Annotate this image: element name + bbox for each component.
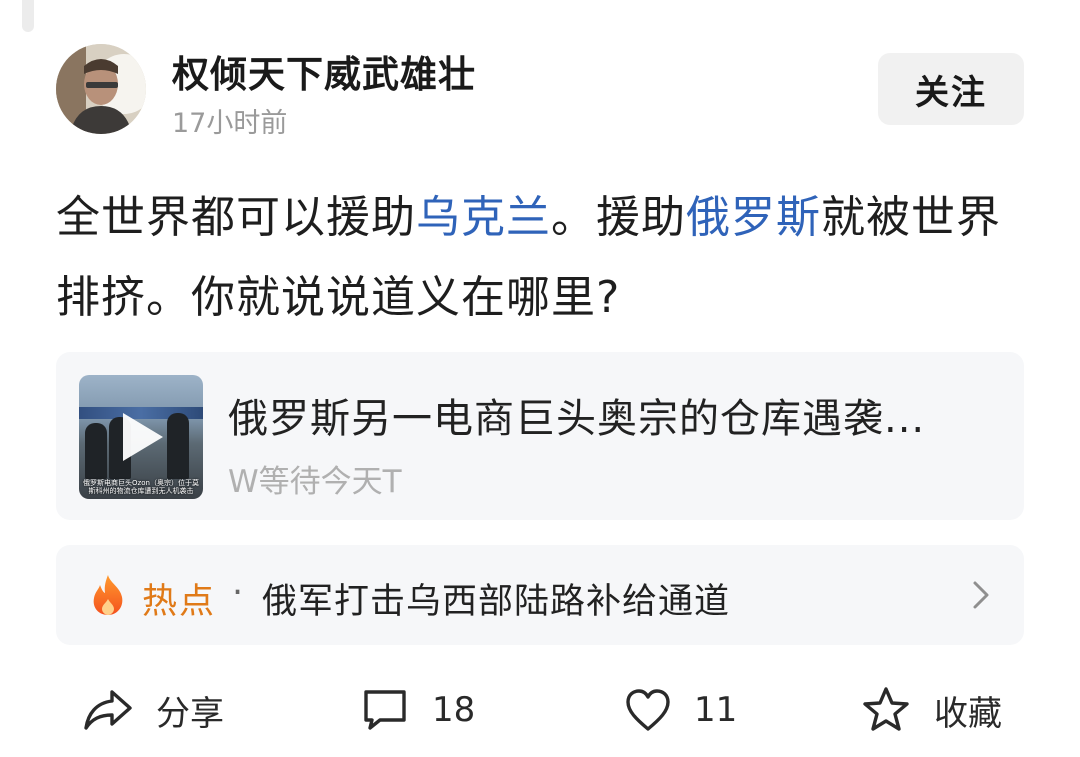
video-author: W等待今天T xyxy=(228,464,402,500)
star-icon xyxy=(863,687,909,731)
chevron-right-icon[interactable] xyxy=(970,579,992,611)
video-title[interactable]: 俄罗斯另一电商巨头奥宗的仓库遇袭... xyxy=(228,386,988,444)
comment-button[interactable]: 18 xyxy=(360,680,475,740)
scroll-indicator xyxy=(22,0,34,32)
flame-icon xyxy=(93,575,123,615)
post-time: 17小时前 xyxy=(172,108,288,139)
hot-topic-title[interactable]: 俄军打击乌西部陆路补给通道 xyxy=(262,573,730,624)
thumbnail-person xyxy=(85,423,107,479)
like-button[interactable]: 11 xyxy=(624,680,737,740)
share-icon xyxy=(84,690,132,730)
collect-label: 收藏 xyxy=(934,693,1002,734)
author-name[interactable]: 权倾天下威武雄壮 xyxy=(172,44,476,98)
post-text-segment: 。援助 xyxy=(551,192,686,243)
avatar[interactable] xyxy=(56,44,146,134)
hot-topic-bar[interactable]: 热点 · 俄军打击乌西部陆路补给通道 xyxy=(56,545,1024,645)
post-detail-page: 权倾天下威武雄壮 17小时前 关注 全世界都可以援助乌克兰。援助俄罗斯就被世界排… xyxy=(0,0,1080,757)
thumbnail-caption: 俄罗斯电商巨头Ozon（奥宗）位于莫斯科州的物流仓库遭到无人机袭击 xyxy=(83,479,199,495)
topic-link-russia[interactable]: 俄罗斯 xyxy=(686,192,821,243)
comment-icon xyxy=(364,690,406,730)
share-label: 分享 xyxy=(156,693,224,734)
video-card[interactable]: 俄罗斯电商巨头Ozon（奥宗）位于莫斯科州的物流仓库遭到无人机袭击 俄罗斯另一电… xyxy=(56,352,1024,520)
heart-icon xyxy=(626,689,670,731)
collect-button[interactable]: 收藏 xyxy=(860,680,1002,740)
like-count: 11 xyxy=(694,690,738,730)
share-button[interactable]: 分享 xyxy=(82,680,224,740)
hot-separator: · xyxy=(232,573,244,613)
post-text: 全世界都可以援助乌克兰。援助俄罗斯就被世界排挤。你就说说道义在哪里? xyxy=(56,178,1028,338)
play-icon[interactable] xyxy=(123,413,163,461)
thumbnail-person xyxy=(167,413,189,479)
follow-button[interactable]: 关注 xyxy=(878,53,1024,125)
video-thumbnail[interactable]: 俄罗斯电商巨头Ozon（奥宗）位于莫斯科州的物流仓库遭到无人机袭击 xyxy=(79,375,203,499)
topic-link-ukraine[interactable]: 乌克兰 xyxy=(416,192,551,243)
comment-count: 18 xyxy=(432,690,476,730)
post-text-segment: 全世界都可以援助 xyxy=(56,192,416,243)
hot-label: 热点 xyxy=(142,582,217,622)
